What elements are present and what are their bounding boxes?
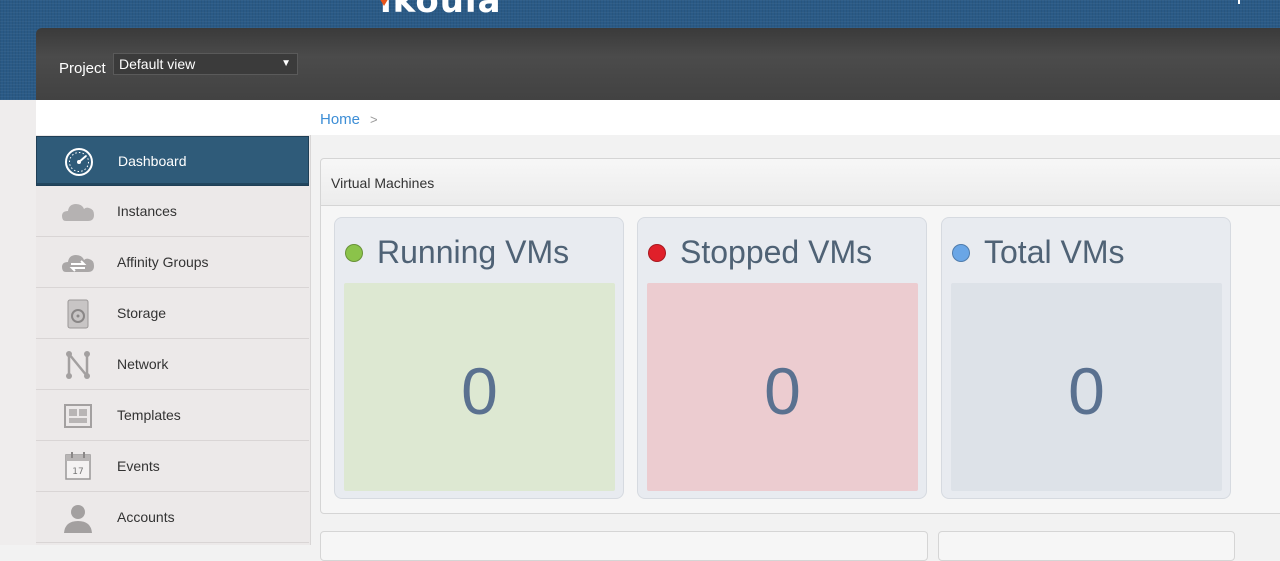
running-vms-card[interactable]: Running VMs 0: [334, 217, 624, 499]
sidebar-item-label: Network: [117, 356, 169, 372]
status-dot-green-icon: [345, 244, 363, 262]
sidebar-top: [36, 100, 310, 135]
sidebar-item-instances[interactable]: Instances: [36, 187, 309, 237]
sidebar-item-storage[interactable]: Storage: [36, 289, 309, 339]
sidebar-item-label: Accounts: [117, 509, 175, 525]
page-left-gutter: [0, 100, 36, 545]
templates-icon: [64, 404, 92, 428]
user-icon: [64, 505, 92, 533]
panel-title: Virtual Machines: [331, 175, 435, 191]
project-label: Project: [59, 60, 106, 77]
sidebar-item-label: Storage: [117, 305, 167, 321]
total-vms-count: 0: [1068, 354, 1105, 428]
virtual-machines-panel: Virtual Machines Running VMs 0 Stopped V…: [320, 158, 1280, 514]
card-title: Stopped VMs: [680, 234, 873, 270]
dropdown-arrow-icon: ▼: [281, 58, 291, 69]
card-title: Running VMs: [377, 234, 570, 270]
sidebar: Dashboard Instances Affinity Groups Stor…: [36, 100, 311, 545]
status-dot-red-icon: [648, 244, 666, 262]
lower-right-panel: [938, 531, 1235, 561]
sidebar-item-label: Affinity Groups: [117, 254, 209, 270]
calendar-icon: 17: [65, 452, 91, 480]
project-select-value: Default view: [119, 56, 196, 72]
logo-mark-icon: [378, 0, 390, 6]
sidebar-item-label: Dashboard: [118, 153, 187, 169]
disk-icon: [67, 299, 89, 329]
logo: ikoula: [378, 0, 502, 21]
stopped-vms-count: 0: [764, 354, 801, 428]
sidebar-item-events[interactable]: 17 Events: [36, 442, 309, 492]
card-title: Total VMs: [984, 234, 1125, 270]
header-edge-mark: [1238, 0, 1240, 4]
sidebar-item-accounts[interactable]: Accounts: [36, 493, 309, 543]
cloud-icon: [62, 204, 94, 221]
card-count-box: 0: [647, 283, 918, 491]
running-vms-count: 0: [461, 354, 498, 428]
status-dot-blue-icon: [952, 244, 970, 262]
network-icon: [66, 351, 90, 379]
panel-header: Virtual Machines: [321, 159, 1280, 206]
calendar-day: 17: [72, 467, 83, 477]
dashboard-icon: [65, 148, 93, 176]
sidebar-item-templates[interactable]: Templates: [36, 391, 309, 441]
sidebar-item-network[interactable]: Network: [36, 340, 309, 390]
breadcrumb-home-link[interactable]: Home: [320, 111, 360, 128]
logo-text: ikoula: [380, 0, 502, 21]
total-vms-card[interactable]: Total VMs 0: [941, 217, 1231, 499]
card-count-box: 0: [344, 283, 615, 491]
sidebar-item-label: Instances: [117, 203, 177, 219]
sidebar-item-label: Events: [117, 458, 160, 474]
breadcrumb: Home >: [310, 100, 1280, 135]
project-select[interactable]: Default view ▼: [113, 53, 298, 75]
breadcrumb-separator: >: [370, 112, 378, 127]
sidebar-item-label: Templates: [117, 407, 181, 423]
card-count-box: 0: [951, 283, 1222, 491]
sidebar-item-affinity-groups[interactable]: Affinity Groups: [36, 238, 309, 288]
project-bar: Project Default view ▼: [36, 28, 1280, 100]
cloud-sync-icon: [62, 255, 94, 272]
stopped-vms-card[interactable]: Stopped VMs 0: [637, 217, 927, 499]
lower-left-panel: [320, 531, 928, 561]
sidebar-item-dashboard[interactable]: Dashboard: [36, 136, 309, 186]
